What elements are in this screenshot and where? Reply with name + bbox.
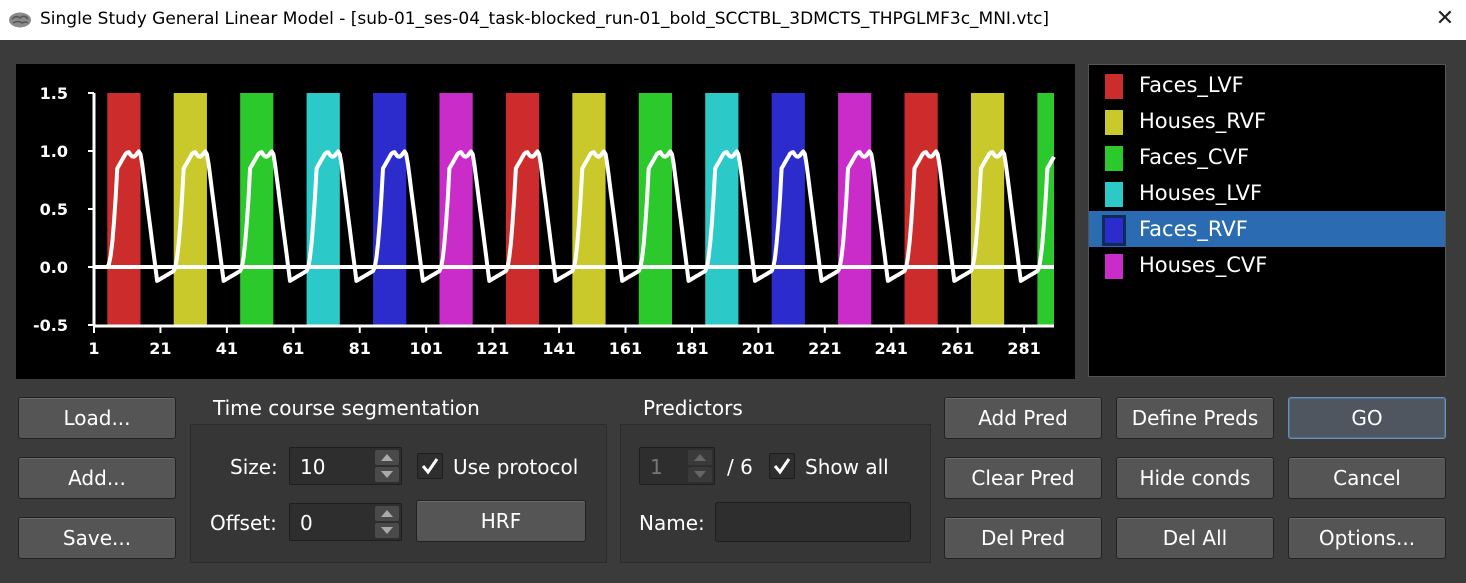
predictor-list[interactable]: Faces_LVF Houses_RVF Faces_CVF Houses_LVF Fa… <box>1088 64 1446 377</box>
predictor-color-swatch <box>1105 218 1123 243</box>
offset-increment-icon[interactable] <box>375 506 399 521</box>
predictor-color-swatch <box>1105 182 1123 207</box>
predictor-color-swatch <box>1105 146 1123 171</box>
predictor-list-label: Houses_CVF <box>1139 253 1268 277</box>
size-decrement-icon[interactable] <box>375 467 399 482</box>
show-all-checkbox[interactable] <box>769 453 795 479</box>
condition-block <box>107 93 141 325</box>
y-tick-label: -0.5 <box>33 316 68 335</box>
size-increment-icon[interactable] <box>375 450 399 465</box>
title-bar: Single Study General Linear Model - [sub… <box>0 0 1466 40</box>
predictor-name-field[interactable] <box>715 502 911 542</box>
predictor-list-item[interactable]: Faces_RVF <box>1089 211 1445 247</box>
predictor-index-spinbox[interactable]: 1 <box>639 447 715 485</box>
condition-block <box>173 93 207 325</box>
hrf-button[interactable]: HRF <box>416 500 586 542</box>
predictor-color-swatch <box>1105 74 1123 99</box>
size-label: Size: <box>230 455 278 479</box>
condition-block <box>838 93 872 325</box>
predictor-total-label: / 6 <box>727 455 753 479</box>
x-tick-label: 201 <box>742 339 775 358</box>
y-tick-label: 0.0 <box>40 258 68 277</box>
checkmark-icon <box>421 458 439 475</box>
predictor-list-label: Faces_CVF <box>1139 145 1250 169</box>
x-tick-label: 101 <box>409 339 442 358</box>
predictors-group-title: Predictors <box>643 396 743 420</box>
offset-label: Offset: <box>210 511 277 535</box>
size-value: 10 <box>300 455 326 479</box>
save-button[interactable]: Save... <box>18 517 176 559</box>
predictor-list-item[interactable]: Faces_CVF <box>1089 139 1445 175</box>
condition-block <box>705 93 739 325</box>
hide-conds-button[interactable]: Hide conds <box>1116 457 1274 499</box>
x-tick-label: 61 <box>282 339 304 358</box>
window-title: Single Study General Linear Model - [sub… <box>40 9 1050 29</box>
x-tick-label: 181 <box>675 339 708 358</box>
add-pred-button[interactable]: Add Pred <box>944 397 1102 439</box>
condition-block <box>373 93 407 325</box>
show-all-label: Show all <box>805 455 889 479</box>
x-tick-label: 221 <box>808 339 841 358</box>
time-course-chart: 1.51.00.50.0-0.51 21 41 61 81 101 121 141 161 181… <box>33 84 1056 358</box>
load-button[interactable]: Load... <box>18 397 176 439</box>
x-tick-label: 1 <box>88 339 99 358</box>
predictor-list-label: Houses_LVF <box>1139 181 1263 205</box>
predictor-color-swatch <box>1105 110 1123 135</box>
y-tick-label: 1.5 <box>40 84 68 103</box>
x-tick-label: 161 <box>609 339 642 358</box>
condition-block <box>505 93 540 325</box>
segmentation-group <box>190 424 607 563</box>
name-label: Name: <box>639 511 705 535</box>
use-protocol-checkbox[interactable] <box>417 453 443 479</box>
use-protocol-label: Use protocol <box>453 455 579 479</box>
predictor-increment-icon[interactable] <box>688 450 712 465</box>
predictor-color-swatch <box>1105 254 1123 279</box>
x-tick-label: 81 <box>349 339 371 358</box>
go-button[interactable]: GO <box>1288 397 1446 439</box>
condition-block <box>970 93 1005 325</box>
offset-spinbox[interactable]: 0 <box>289 503 402 541</box>
add-button[interactable]: Add... <box>18 457 176 499</box>
predictor-list-item[interactable]: Faces_LVF <box>1089 67 1445 103</box>
offset-value: 0 <box>300 511 313 535</box>
clear-pred-button[interactable]: Clear Pred <box>944 457 1102 499</box>
time-course-plot: 1.5 1.0 0.5 0.0 -0.5 1 21 41 61 81 101 121 141 161 181… <box>16 64 1075 379</box>
predictor-list-label: Faces_LVF <box>1139 73 1244 97</box>
cancel-button[interactable]: Cancel <box>1288 457 1446 499</box>
close-icon[interactable]: ✕ <box>1434 6 1456 32</box>
condition-block <box>439 93 473 325</box>
condition-block <box>638 93 672 325</box>
options-button[interactable]: Options... <box>1288 517 1446 559</box>
predictor-list-item[interactable]: Houses_LVF <box>1089 175 1445 211</box>
size-spinbox[interactable]: 10 <box>289 447 402 485</box>
x-tick-label: 241 <box>875 339 908 358</box>
x-tick-label: 261 <box>941 339 974 358</box>
predictors-group <box>620 424 931 563</box>
predictor-index-value: 1 <box>650 455 663 479</box>
x-tick-label: 121 <box>476 339 509 358</box>
condition-block <box>240 93 274 325</box>
predictor-list-item[interactable]: Houses_RVF <box>1089 103 1445 139</box>
segmentation-group-title: Time course segmentation <box>213 396 480 420</box>
y-tick-label: 0.5 <box>40 200 68 219</box>
define-preds-button[interactable]: Define Preds <box>1116 397 1274 439</box>
del-all-button[interactable]: Del All <box>1116 517 1274 559</box>
checkmark-icon <box>773 458 791 475</box>
predictor-decrement-icon[interactable] <box>688 467 712 482</box>
x-tick-label: 41 <box>216 339 238 358</box>
x-tick-label: 141 <box>542 339 575 358</box>
predictor-list-item[interactable]: Houses_CVF <box>1089 247 1445 283</box>
predictor-list-label: Houses_RVF <box>1139 109 1267 133</box>
condition-block <box>904 93 938 325</box>
offset-decrement-icon[interactable] <box>375 523 399 538</box>
condition-block <box>306 93 340 325</box>
del-pred-button[interactable]: Del Pred <box>944 517 1102 559</box>
predictor-list-label: Faces_RVF <box>1139 217 1248 241</box>
brain-icon <box>8 11 32 33</box>
y-tick-label: 1.0 <box>40 142 68 161</box>
x-tick-label: 281 <box>1007 339 1040 358</box>
condition-block <box>572 93 606 325</box>
x-tick-label: 21 <box>149 339 171 358</box>
condition-block <box>771 93 805 325</box>
